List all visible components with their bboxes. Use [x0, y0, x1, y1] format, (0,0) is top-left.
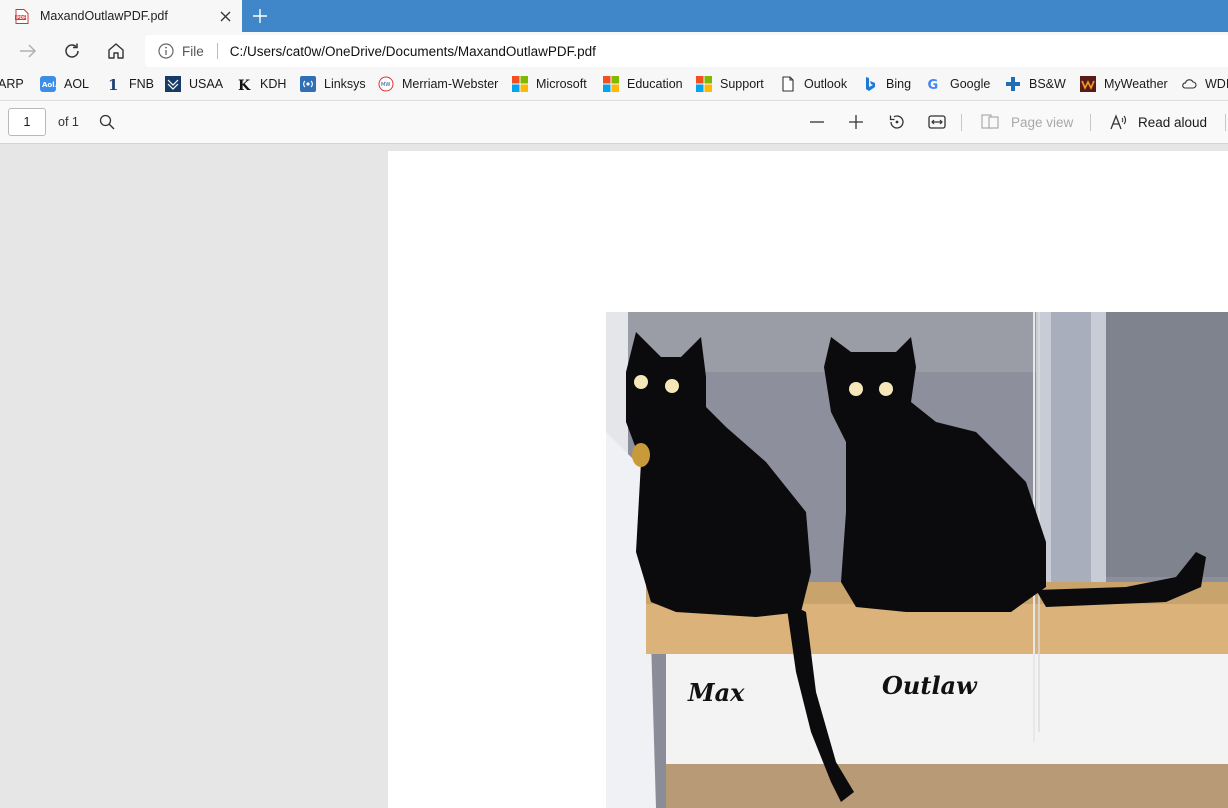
bookmark-label: AOL [64, 77, 90, 91]
bookmark-usaa[interactable]: USAA [165, 70, 223, 98]
svg-text:MW: MW [381, 82, 390, 88]
info-icon[interactable] [158, 43, 174, 59]
plus-icon [849, 115, 863, 129]
bookmark-bsw[interactable]: BS&W [1005, 70, 1066, 98]
svg-text:K: K [238, 78, 251, 92]
bookmark-aol[interactable]: Aol. AOL [40, 70, 89, 98]
address-bar[interactable]: File C:/Users/cat0w/OneDrive/Documents/M… [145, 35, 1228, 67]
bookmark-outlook[interactable]: Outlook [780, 70, 847, 98]
rotate-button[interactable] [887, 112, 907, 132]
read-aloud-label: Read aloud [1138, 114, 1208, 130]
home-button[interactable] [105, 40, 127, 62]
aol-icon: Aol. [40, 76, 56, 92]
page-number-input[interactable]: 1 [8, 108, 46, 136]
cats-photo: Max Outlaw [606, 312, 1228, 808]
usaa-icon [165, 76, 181, 92]
fit-width-icon [928, 115, 946, 129]
zoom-in-button[interactable] [846, 112, 866, 132]
bookmark-myweather[interactable]: MyWeather [1080, 70, 1168, 98]
close-tab-icon[interactable] [217, 8, 233, 24]
bsw-icon [1005, 76, 1021, 92]
page-view-label: Page view [1011, 114, 1074, 130]
bookmark-label: WDI [1205, 77, 1228, 91]
svg-text:G: G [928, 78, 939, 92]
bookmark-merriam-webster[interactable]: MW Merriam-Webster [378, 70, 498, 98]
fit-to-width-button[interactable] [927, 112, 947, 132]
svg-text:1: 1 [108, 76, 118, 92]
zoom-out-button[interactable] [807, 112, 827, 132]
fnb-icon: 1 [105, 76, 121, 92]
bookmark-linksys[interactable]: Linksys [300, 70, 366, 98]
microsoft-icon [512, 76, 528, 92]
home-icon [108, 43, 124, 59]
forward-button[interactable] [17, 40, 39, 62]
title-bar: PDF MaxandOutlawPDF.pdf [0, 0, 1228, 32]
rotate-icon [889, 115, 904, 129]
new-tab-button[interactable] [250, 6, 270, 26]
refresh-button[interactable] [61, 40, 83, 62]
toolbar-divider [1090, 114, 1091, 131]
bookmark-label: Support [720, 77, 764, 91]
read-aloud-icon [1110, 114, 1127, 130]
bookmark-label: KDH [260, 77, 287, 91]
bookmark-label: BS&W [1029, 77, 1066, 91]
bookmark-wdi[interactable]: WDI [1181, 70, 1228, 98]
toolbar-divider [1225, 114, 1226, 131]
pdf-toolbar: 1 of 1 Page view Read aloud [0, 101, 1228, 144]
bookmark-microsoft[interactable]: Microsoft [512, 70, 587, 98]
bookmark-label: FNB [129, 77, 154, 91]
myweather-icon [1080, 76, 1096, 92]
refresh-icon [65, 43, 79, 58]
bookmark-education[interactable]: Education [603, 70, 683, 98]
page-view-button[interactable]: Page view [981, 112, 1073, 132]
plus-icon [253, 9, 267, 23]
bing-icon [862, 76, 878, 92]
caption-outlaw: Outlaw [882, 671, 977, 700]
kdh-icon: K [236, 76, 252, 92]
bookmark-label: Merriam-Webster [402, 77, 499, 91]
bookmark-label: Outlook [804, 77, 848, 91]
search-icon [99, 114, 115, 130]
bookmark-label: Microsoft [536, 77, 587, 91]
svg-text:PDF: PDF [16, 15, 26, 21]
bookmark-label: Education [627, 77, 683, 91]
google-icon: G [926, 76, 942, 92]
caption-max: Max [688, 678, 745, 707]
url-scheme-label: File [182, 43, 204, 59]
bookmark-google[interactable]: G Google [926, 70, 991, 98]
bookmark-label: Linksys [324, 77, 366, 91]
cloud-icon [1181, 76, 1197, 92]
bookmark-label: Google [950, 77, 991, 91]
page-view-icon [981, 114, 999, 129]
arrow-right-icon [20, 44, 37, 58]
bookmark-label: ARP [0, 77, 24, 91]
navigation-bar: File C:/Users/cat0w/OneDrive/Documents/M… [0, 32, 1228, 70]
merriam-webster-icon: MW [378, 76, 394, 92]
toolbar-divider [961, 114, 962, 131]
read-aloud-button[interactable]: Read aloud [1110, 112, 1207, 132]
bookmark-bing[interactable]: Bing [862, 70, 911, 98]
microsoft-icon [696, 76, 712, 92]
bookmark-label: USAA [189, 77, 224, 91]
minus-icon [810, 121, 824, 123]
linksys-icon [300, 76, 316, 92]
bookmark-label: Bing [886, 77, 912, 91]
bookmark-fnb[interactable]: 1 FNB [105, 70, 154, 98]
bookmark-support[interactable]: Support [696, 70, 764, 98]
page-count-label: of 1 [58, 115, 79, 129]
url-text[interactable]: C:/Users/cat0w/OneDrive/Documents/Maxand… [230, 44, 596, 59]
bookmark-label: MyWeather [1104, 77, 1168, 91]
pdf-page: Max Outlaw [388, 151, 1228, 808]
page-icon [780, 76, 796, 92]
address-divider [216, 43, 218, 59]
bookmark-kdh[interactable]: K KDH [236, 70, 286, 98]
favorites-bar: ARP Aol. AOL 1 FNB USAA K KDH Linksys MW… [0, 70, 1228, 101]
active-tab[interactable]: PDF MaxandOutlawPDF.pdf [0, 0, 242, 32]
bookmark-aarp[interactable]: ARP [0, 70, 24, 98]
find-button[interactable] [97, 112, 117, 132]
svg-text:Aol.: Aol. [42, 81, 56, 89]
tab-title: MaxandOutlawPDF.pdf [40, 9, 168, 23]
pdf-file-icon: PDF [15, 8, 29, 24]
microsoft-icon [603, 76, 619, 92]
